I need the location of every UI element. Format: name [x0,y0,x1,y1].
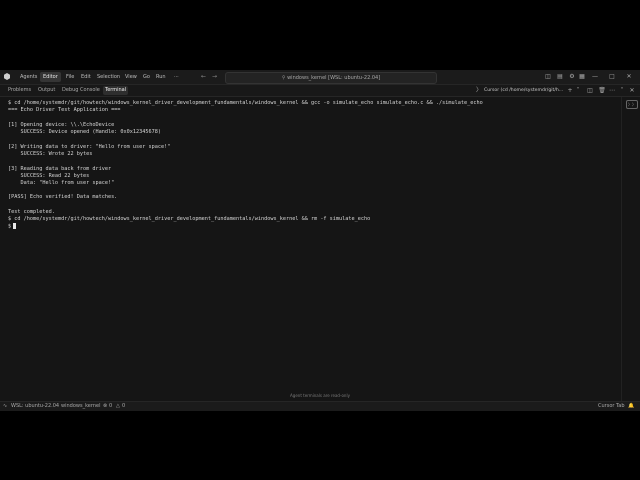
title-bar: Agents Editor File Edit Selection View G… [0,70,640,85]
remote-icon[interactable]: ∿ [3,402,7,411]
settings-gear-icon[interactable]: ⚙ [567,72,577,82]
remote-indicator[interactable]: WSL: ubuntu-22.04 [11,402,59,411]
cursor-logo-icon [4,73,10,80]
menu-edit[interactable]: Edit [78,72,94,82]
forward-arrow-icon[interactable]: → [212,72,217,82]
more-actions-icon[interactable]: ⋯ [608,86,616,95]
command-center-search[interactable]: ⚲ windows_kernel [WSL: ubuntu-22.04] [225,72,437,84]
terminal-line: SUCCESS: Wrote 22 bytes [8,151,93,157]
notifications-bell-icon[interactable]: 🔔 [628,402,634,411]
menu-go[interactable]: Go [140,72,153,82]
back-arrow-icon[interactable]: ← [201,72,206,82]
kill-terminal-icon[interactable]: 🗑 [598,86,606,95]
layout-panel-icon[interactable]: ▤ [555,72,565,82]
menu-editor[interactable]: Editor [40,72,61,82]
terminal-line: $ cd /home/systemdr/git/howtech/windows_… [8,100,483,106]
terminal-list-sidebar: 〉〉 [621,97,640,401]
split-terminal-icon[interactable]: ◫ [586,86,594,95]
terminal-line: SUCCESS: Device opened (Handle: 0x0x1234… [8,129,162,135]
terminal-prompt-line: $ [8,223,17,231]
terminal-instance-label[interactable]: Cursor (cd /home/systemdr/git/h... [484,86,563,95]
folder-label[interactable]: windows_kernel [61,402,100,411]
read-only-note: Agent terminals are read-only [290,393,350,398]
text-cursor [13,223,17,229]
status-bar: ∿ WSL: ubuntu-22.04 windows_kernel ⊗ 0 △… [0,401,640,411]
warning-icon[interactable]: △ [116,402,120,411]
terminal-tab-icon[interactable]: 〉〉 [626,100,638,109]
menu-selection[interactable]: Selection [94,72,123,82]
menu-agents[interactable]: Agents [17,72,40,82]
terminal-line: [PASS] Echo verified! Data matches. [8,194,118,200]
panel-tab-bar: Problems Output Debug Console Terminal 〉… [0,85,640,97]
tab-terminal[interactable]: Terminal [103,86,129,95]
new-terminal-plus-icon[interactable]: + [566,86,574,95]
maximize-panel-icon[interactable]: ˄ [618,86,626,95]
layout-grid-icon[interactable]: ▦ [577,72,587,82]
terminal-line: Data: "Hello from user space!" [8,180,115,186]
close-panel-icon[interactable]: ✕ [628,86,636,95]
minimize-icon[interactable]: — [590,72,600,82]
terminal-line: Test completed. [8,209,55,215]
menu-view[interactable]: View [122,72,140,82]
editor-window: Agents Editor File Edit Selection View G… [0,70,640,411]
tab-debug-console[interactable]: Debug Console [60,86,102,95]
error-icon[interactable]: ⊗ [103,402,107,411]
tab-output[interactable]: Output [36,86,57,95]
layout-sidebar-icon[interactable]: ◫ [543,72,553,82]
terminal-line: === Echo Driver Test Application === [8,107,121,113]
menu-run[interactable]: Run [153,72,169,82]
close-icon[interactable]: ✕ [624,72,634,82]
cursor-tab-status[interactable]: Cursor Tab [598,402,625,411]
search-label: windows_kernel [WSL: ubuntu-22.04] [287,75,381,81]
menu-file[interactable]: File [63,72,77,82]
warning-count[interactable]: 0 [122,402,125,411]
tab-problems[interactable]: Problems [6,86,33,95]
maximize-icon[interactable]: □ [607,72,617,82]
terminal-output[interactable]: $ cd /home/systemdr/git/howtech/windows_… [0,97,622,401]
chevron-down-icon[interactable]: ˅ [574,86,582,95]
terminal-line: [1] Opening device: \\.\EchoDevice [8,122,115,128]
prompt-symbol: $ [8,223,12,230]
terminal-line: [3] Reading data back from driver [8,166,112,172]
terminal-line: SUCCESS: Read 22 bytes [8,173,90,179]
terminal-icon: 〉 [475,87,482,94]
error-count[interactable]: 0 [109,402,112,411]
terminal-line: [2] Writing data to driver: "Hello from … [8,144,171,150]
menu-more[interactable]: ⋯ [171,72,182,82]
terminal-line: $ cd /home/systemdr/git/howtech/windows_… [8,216,371,222]
